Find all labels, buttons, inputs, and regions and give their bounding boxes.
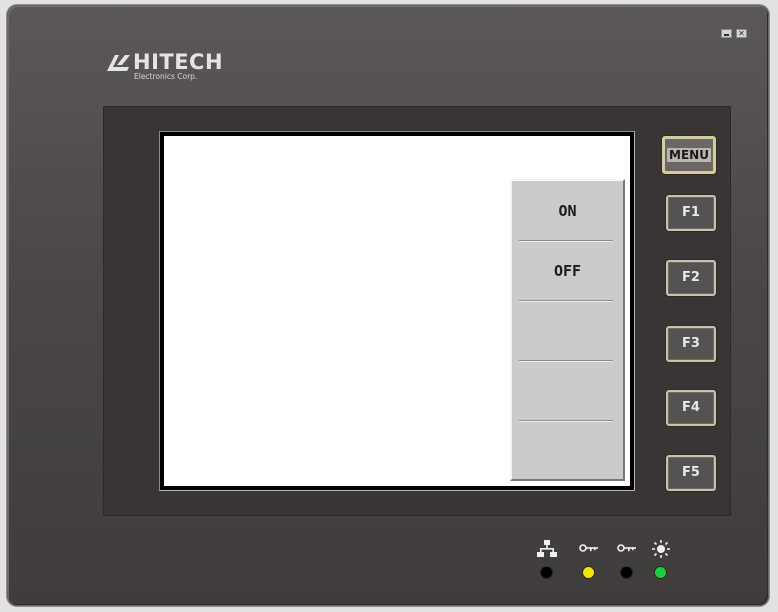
menu-item-empty-5[interactable]	[512, 421, 623, 481]
display-frame: ON OFF	[159, 131, 635, 491]
close-button[interactable]: ✕	[736, 29, 747, 38]
status-network	[535, 540, 559, 588]
brand-logo: HITECH Electronics Corp.	[107, 51, 247, 85]
screen-bezel: ON OFF MENU F1 F2 F3 F4 F5	[103, 106, 731, 516]
hmi-device-body: ✕ HITECH Electronics Corp. ON OFF MENU F…	[7, 5, 769, 606]
menu-key[interactable]: MENU	[662, 136, 716, 174]
status-power	[649, 540, 673, 588]
minimize-button[interactable]	[721, 29, 732, 38]
status-indicators	[535, 540, 675, 590]
menu-item-empty-3[interactable]	[512, 301, 623, 361]
menu-item-empty-4[interactable]	[512, 361, 623, 421]
network-icon	[537, 540, 557, 557]
brand-subtitle: Electronics Corp.	[134, 72, 198, 81]
key-2-led	[621, 567, 632, 578]
brand-name: HITECH	[133, 50, 224, 74]
network-led	[541, 567, 552, 578]
menu-item-off[interactable]: OFF	[512, 241, 623, 301]
f5-key[interactable]: F5	[666, 455, 716, 491]
f1-key[interactable]: F1	[666, 195, 716, 231]
key-icon	[617, 544, 636, 552]
f4-key[interactable]: F4	[666, 390, 716, 426]
popup-menu: ON OFF	[510, 179, 625, 481]
status-key-1	[577, 540, 601, 588]
key-1-led	[583, 567, 594, 578]
menu-item-on[interactable]: ON	[512, 181, 623, 241]
menu-key-label: MENU	[667, 148, 711, 162]
power-led	[655, 567, 666, 578]
f3-key[interactable]: F3	[666, 326, 716, 362]
touch-screen[interactable]: ON OFF	[164, 136, 630, 486]
status-key-2	[615, 540, 639, 588]
key-icon	[579, 544, 598, 552]
power-light-icon	[652, 540, 670, 558]
f2-key[interactable]: F2	[666, 260, 716, 296]
hitech-logo-icon	[107, 55, 130, 71]
